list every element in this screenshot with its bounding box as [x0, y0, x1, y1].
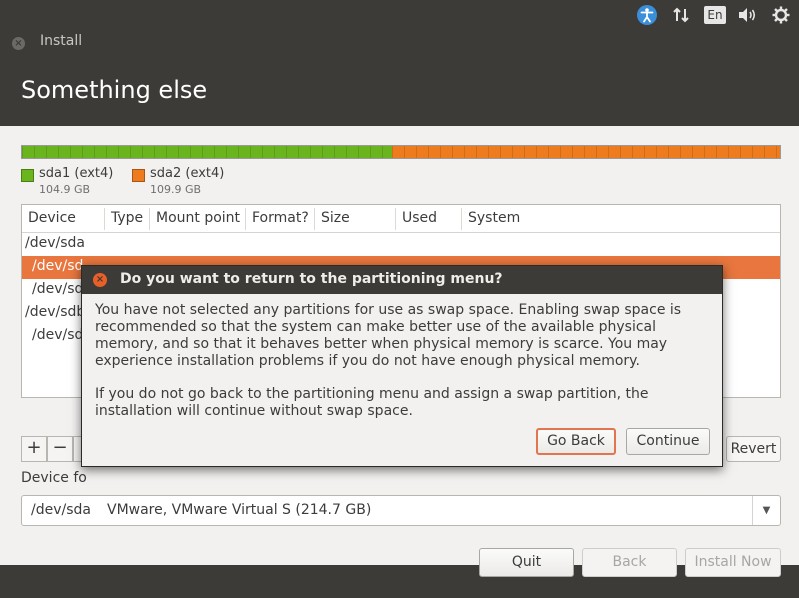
network-icon[interactable] — [670, 4, 692, 26]
column-header-system[interactable]: System — [468, 210, 520, 226]
bootloader-device-select[interactable]: /dev/sda VMware, VMware Virtual S (214.7… — [21, 495, 781, 526]
column-header-format[interactable]: Format? — [252, 210, 309, 226]
row-device: /dev/sd — [32, 327, 84, 343]
column-header-type[interactable]: Type — [111, 210, 143, 226]
dialog-close-icon[interactable]: × — [93, 273, 107, 287]
column-header-size[interactable]: Size — [321, 210, 350, 226]
close-icon[interactable]: × — [12, 37, 25, 50]
bootloader-device-label: Device fo — [21, 470, 87, 486]
row-device: /dev/sdb — [25, 304, 86, 320]
swap-warning-dialog: × Do you want to return to the partition… — [81, 265, 723, 467]
back-button[interactable]: Back — [582, 548, 677, 577]
volume-icon[interactable] — [736, 4, 760, 26]
install-now-button[interactable]: Install Now — [685, 548, 781, 577]
column-header-mount-point[interactable]: Mount point — [156, 210, 240, 226]
legend-size: 104.9 GB — [39, 183, 91, 196]
legend-size: 109.9 GB — [150, 183, 202, 196]
partition-segment-sda2 — [391, 146, 780, 158]
page-title: Something else — [21, 76, 208, 104]
legend-name: sda2 (ext4) — [150, 166, 225, 181]
add-partition-button[interactable]: + — [21, 436, 47, 462]
column-header-device[interactable]: Device — [28, 210, 76, 226]
bootloader-device-value: /dev/sda — [31, 502, 91, 518]
go-back-button[interactable]: Go Back — [536, 428, 616, 455]
revert-button[interactable]: Revert — [726, 436, 781, 462]
accessibility-icon[interactable] — [636, 4, 658, 26]
column-header-used[interactable]: Used — [402, 210, 437, 226]
legend-name: sda1 (ext4) — [39, 166, 114, 181]
quit-button[interactable]: Quit — [479, 548, 574, 577]
dialog-title: Do you want to return to the partitionin… — [120, 271, 503, 287]
row-device: /dev/sd — [32, 281, 84, 297]
window-titlebar: × Install — [0, 30, 799, 54]
window-title: Install — [40, 33, 83, 49]
keyboard-layout-label: En — [704, 6, 726, 24]
partition-segment-sda1 — [22, 146, 392, 158]
legend-swatch-sda1 — [21, 169, 34, 182]
partition-bar — [21, 145, 781, 159]
legend-swatch-sda2 — [132, 169, 145, 182]
row-device: /dev/sda — [25, 235, 85, 251]
gear-icon[interactable] — [770, 4, 792, 26]
bootloader-device-description: VMware, VMware Virtual S (214.7 GB) — [107, 502, 372, 518]
dialog-message: You have not selected any partitions for… — [95, 302, 682, 369]
remove-partition-button[interactable]: − — [47, 436, 73, 462]
row-device: /dev/sd — [32, 258, 84, 274]
dialog-message-secondary: If you do not go back to the partitionin… — [95, 386, 649, 419]
top-panel: En — [0, 0, 799, 30]
chevron-down-icon[interactable]: ▼ — [752, 496, 780, 525]
table-header: Device Type Mount point Format? Size Use… — [22, 205, 780, 233]
continue-button[interactable]: Continue — [626, 428, 710, 455]
dialog-titlebar: × Do you want to return to the partition… — [82, 266, 722, 294]
keyboard-indicator[interactable]: En — [703, 4, 727, 26]
table-row[interactable]: /dev/sda — [22, 233, 780, 256]
